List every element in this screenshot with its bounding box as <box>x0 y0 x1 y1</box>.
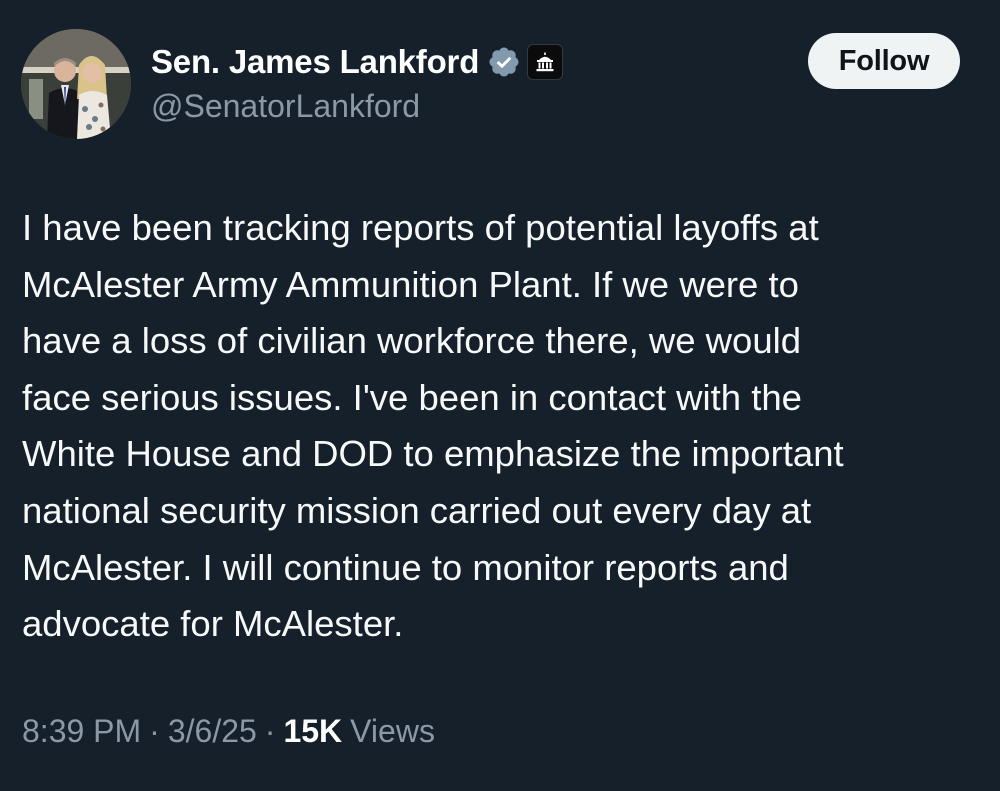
follow-button[interactable]: Follow <box>808 33 960 89</box>
tweet-text-line: national security mission carried out ev… <box>22 489 812 531</box>
post-time[interactable]: 8:39 PM <box>22 713 141 750</box>
author-header: Sen. James Lankford @SenatorLankford <box>151 40 564 125</box>
author-handle[interactable]: @SenatorLankford <box>151 88 563 125</box>
tweet-text-line: McAlester Army Ammunition Plant. If we w… <box>22 263 799 305</box>
tweet-text-line: I have been tracking reports of potentia… <box>22 207 819 248</box>
name-row: Sen. James Lankford <box>151 40 564 84</box>
government-building-icon[interactable] <box>527 44 564 80</box>
avatar[interactable] <box>21 29 131 139</box>
profile-photo <box>21 29 131 139</box>
views-label: Views <box>350 713 435 749</box>
display-name[interactable]: Sen. James Lankford <box>151 43 479 81</box>
tweet-text-line: advocate for McAlester. <box>22 603 404 645</box>
tweet-text-line: have a loss of civilian workforce there,… <box>22 320 802 362</box>
separator: · <box>149 713 160 749</box>
tweet-text-line: face serious issues. I've been in contac… <box>22 376 802 418</box>
tweet-text-line: McAlester. I will continue to monitor re… <box>22 546 789 588</box>
tweet-text: I have been tracking reports of potentia… <box>22 200 982 653</box>
separator: · <box>264 713 276 749</box>
verified-badge-icon[interactable] <box>487 45 521 79</box>
tweet-text-line: White House and DOD to emphasize the imp… <box>22 433 844 475</box>
tweet-card: Sen. James Lankford @SenatorLankford Fol… <box>0 0 1000 791</box>
views-count[interactable]: 15K <box>283 713 342 750</box>
tweet-metadata: 8:39 PM · 3/6/25 · 15K Views <box>22 713 435 750</box>
post-date[interactable]: 3/6/25 <box>168 713 257 750</box>
